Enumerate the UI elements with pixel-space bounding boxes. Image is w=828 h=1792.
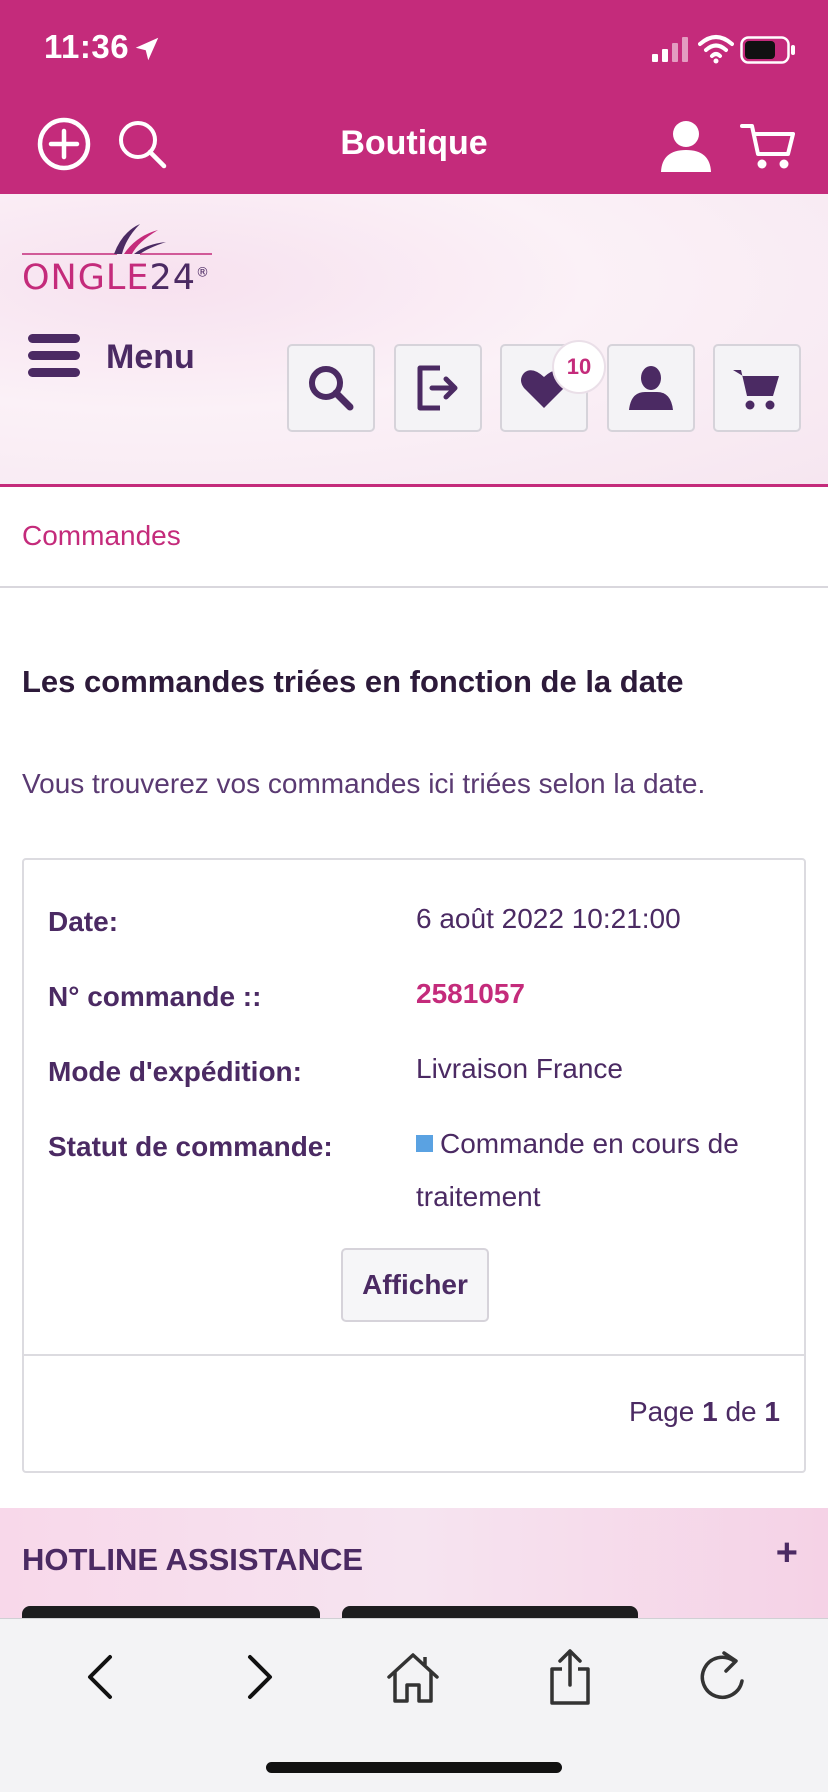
status-text: Commande en cours de traitement <box>416 1128 739 1212</box>
home-indicator <box>266 1762 562 1773</box>
logout-icon <box>417 365 458 411</box>
order-number-label: N° commande :: <box>48 981 262 1012</box>
status-label: Statut de commande: <box>48 1131 333 1162</box>
shipping-label: Mode d'expédition: <box>48 1056 302 1087</box>
order-card: Date: 6 août 2022 10:21:00 N° commande :… <box>22 858 806 1473</box>
page-title: Les commandes triées en fonction de la d… <box>22 664 684 699</box>
date-label: Date: <box>48 906 119 937</box>
page-current: 1 <box>702 1396 718 1427</box>
expand-plus-icon[interactable]: + <box>776 1532 798 1575</box>
app-header: 11:36 Boutique <box>0 0 828 194</box>
hotline-title: HOTLINE ASSISTANCE <box>22 1542 364 1577</box>
user-icon <box>629 366 673 410</box>
battery-icon <box>740 36 795 64</box>
location-arrow-icon <box>135 37 159 61</box>
of-word: de <box>725 1396 757 1427</box>
home-icon[interactable] <box>383 1647 443 1707</box>
date-value: 6 août 2022 10:21:00 <box>416 903 681 934</box>
divider <box>24 1354 804 1356</box>
divider <box>0 586 828 588</box>
account-button[interactable] <box>607 344 695 432</box>
reload-icon[interactable] <box>694 1647 754 1707</box>
wifi-icon <box>698 35 734 64</box>
cart-icon <box>733 370 779 410</box>
back-chevron-icon[interactable] <box>72 1647 132 1707</box>
order-number-link[interactable]: 2581057 <box>416 967 776 1020</box>
status-indicator-icon <box>416 1135 433 1152</box>
logout-button[interactable] <box>394 344 482 432</box>
forward-chevron-icon[interactable] <box>228 1647 288 1707</box>
status-time: 11:36 <box>44 28 130 65</box>
wishlist-count-badge: 10 <box>552 340 606 394</box>
shipping-value: Livraison France <box>416 1053 623 1084</box>
status-value: Commande en cours de traitement <box>416 1117 776 1223</box>
logo[interactable]: ONGLE24® <box>22 258 210 298</box>
search-icon <box>309 366 354 411</box>
cart-icon[interactable] <box>738 116 798 176</box>
hotline-section[interactable]: HOTLINE ASSISTANCE + <box>0 1508 828 1626</box>
logo-registered: ® <box>196 265 211 281</box>
share-icon[interactable] <box>540 1647 600 1707</box>
hamburger-menu-icon[interactable] <box>28 334 80 378</box>
page-total: 1 <box>764 1396 780 1427</box>
intro-text: Vous trouverez vos commandes ici triées … <box>22 768 706 799</box>
menu-label[interactable]: Menu <box>106 338 195 377</box>
site-cart-button[interactable] <box>713 344 801 432</box>
logo-word: ONGLE <box>22 258 150 298</box>
site-header: ONGLE24® Menu 10 <box>0 194 828 487</box>
pagination: Page 1 de 1 <box>629 1396 780 1428</box>
cellular-signal-icon <box>652 37 688 62</box>
logo-number: 24 <box>149 258 197 298</box>
site-search-button[interactable] <box>287 344 375 432</box>
page-word: Page <box>628 1396 695 1427</box>
account-icon[interactable] <box>656 116 716 176</box>
breadcrumb[interactable]: Commandes <box>22 520 181 552</box>
view-order-button[interactable]: Afficher <box>341 1248 489 1322</box>
